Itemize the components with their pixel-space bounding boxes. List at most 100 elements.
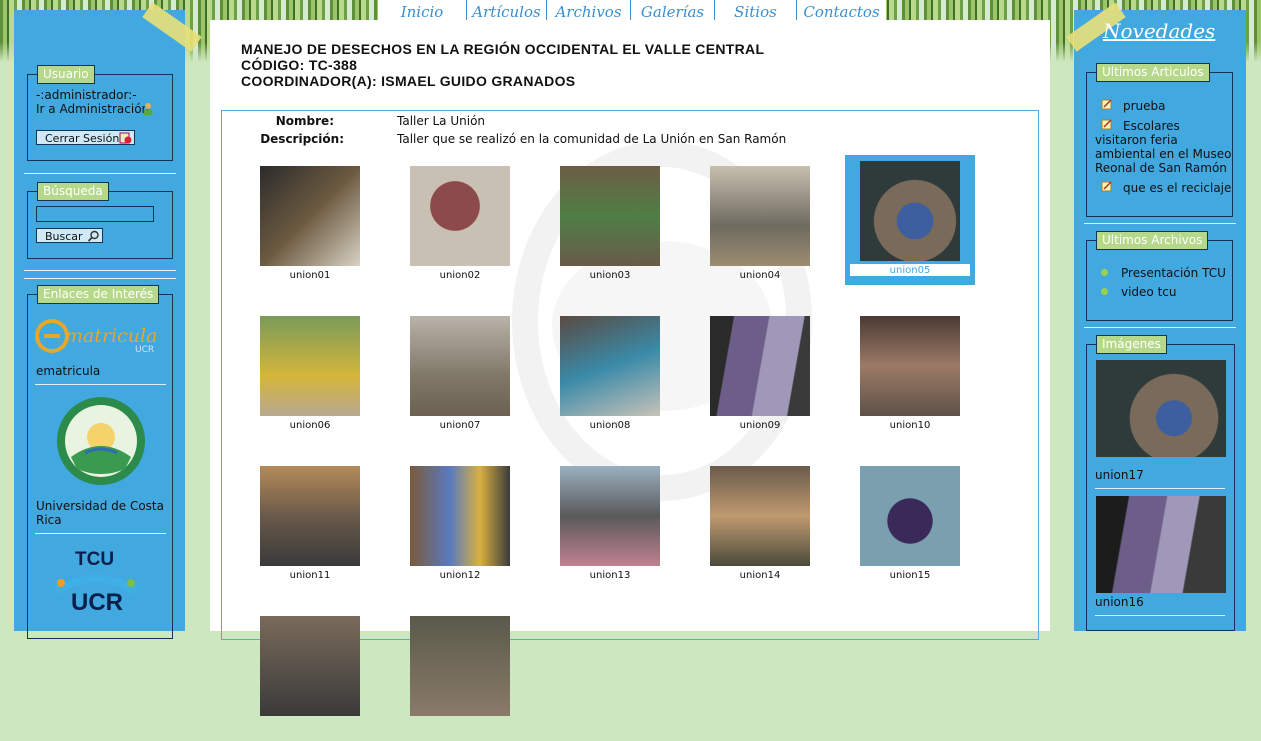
photo-image[interactable] xyxy=(260,166,360,266)
photo-caption[interactable]: union11 xyxy=(235,570,385,581)
photo-thumbnail[interactable]: union04 xyxy=(685,161,835,291)
project-coordinator: COORDINADOR(A): ISMAEL GUIDO GRANADOS xyxy=(241,73,576,89)
photo-image[interactable] xyxy=(710,316,810,416)
imagenes-legend: Imágenes xyxy=(1096,335,1167,354)
ematricula-e-icon xyxy=(35,319,69,353)
search-button-label: Buscar xyxy=(45,230,83,243)
divider xyxy=(35,384,166,385)
nombre-label: Nombre: xyxy=(275,114,334,128)
photo-image[interactable] xyxy=(410,316,510,416)
photo-thumbnail[interactable]: union02 xyxy=(385,161,535,291)
tcu-logo[interactable]: TCU UCR xyxy=(43,549,153,639)
nav-contactos[interactable]: Contactos xyxy=(796,0,886,22)
photo-image[interactable] xyxy=(710,466,810,566)
article-icon xyxy=(1101,181,1112,192)
photo-caption[interactable]: union05 xyxy=(845,265,975,276)
descripcion-value: Taller que se realizó en la comunidad de… xyxy=(397,132,787,146)
main-content: MANEJO DE DESECHOS EN LA REGIÓN OCCIDENT… xyxy=(210,20,1050,716)
admin-link[interactable]: Ir a Administración xyxy=(36,102,149,116)
photo-image[interactable] xyxy=(410,166,510,266)
ematricula-logo-text: matricula xyxy=(65,325,158,347)
divider xyxy=(1084,327,1236,328)
photo-caption[interactable]: union08 xyxy=(535,420,685,431)
nav-articulos[interactable]: Artículos xyxy=(466,0,546,22)
photo-image[interactable] xyxy=(410,616,510,716)
ematricula-link[interactable]: ematricula xyxy=(36,364,100,378)
photo-caption[interactable]: union09 xyxy=(685,420,835,431)
left-sidebar: Usuario -:administrador:- Ir a Administr… xyxy=(14,2,202,639)
photo-thumbnail[interactable]: union10 xyxy=(835,311,985,441)
image-union16[interactable] xyxy=(1096,496,1226,593)
logout-label: Cerrar Sesión xyxy=(45,132,120,145)
photo-thumbnail[interactable]: union15 xyxy=(835,461,985,591)
photo-thumbnail[interactable]: union12 xyxy=(385,461,535,591)
photo-image[interactable] xyxy=(260,466,360,566)
photo-caption[interactable]: union01 xyxy=(235,270,385,281)
nombre-value: Taller La Unión xyxy=(397,114,486,128)
user-name: -:administrador:- xyxy=(36,88,137,102)
photo-thumbnail[interactable]: union07 xyxy=(385,311,535,441)
photo-caption[interactable]: union12 xyxy=(385,570,535,581)
photo-thumbnail[interactable]: union08 xyxy=(535,311,685,441)
photo-thumbnail[interactable]: union11 xyxy=(235,461,385,591)
photo-caption[interactable]: union04 xyxy=(685,270,835,281)
archivo-link[interactable]: Presentación TCU xyxy=(1121,266,1226,280)
articulo-link[interactable]: Escolares visitaron feria ambiental en e… xyxy=(1095,119,1233,175)
photo-thumbnail[interactable]: union03 xyxy=(535,161,685,291)
photo-thumbnail[interactable]: union06 xyxy=(235,311,385,441)
divider xyxy=(1095,488,1225,489)
photo-image[interactable] xyxy=(260,316,360,416)
photo-caption[interactable]: union13 xyxy=(535,570,685,581)
search-input[interactable] xyxy=(36,206,154,222)
top-navigation: Inicio Artículos Archivos Galerías Sitio… xyxy=(378,0,886,22)
photo-caption[interactable]: union15 xyxy=(835,570,985,581)
photo-caption[interactable]: union07 xyxy=(385,420,535,431)
photo-thumbnail[interactable]: union05 xyxy=(845,155,975,285)
photo-thumbnail[interactable]: union01 xyxy=(235,161,385,291)
photo-thumbnail[interactable]: union13 xyxy=(535,461,685,591)
search-icon xyxy=(87,230,99,242)
photo-caption[interactable]: union02 xyxy=(385,270,535,281)
photo-image[interactable] xyxy=(560,166,660,266)
right-sidebar: Novedades Ultimos Articulos prueba Escol… xyxy=(1066,2,1246,631)
logout-button[interactable]: Cerrar Sesión xyxy=(36,130,135,145)
photo-caption[interactable]: union06 xyxy=(235,420,385,431)
photo-image[interactable] xyxy=(860,316,960,416)
descripcion-label: Descripción: xyxy=(260,132,344,146)
busqueda-panel: Búsqueda Buscar xyxy=(27,182,173,259)
archivos-legend: Ultimos Archivos xyxy=(1096,231,1209,250)
project-code: CÓDIGO: TC-388 xyxy=(241,57,358,73)
image-union17[interactable] xyxy=(1096,360,1226,457)
nav-archivos[interactable]: Archivos xyxy=(546,0,630,22)
user-icon xyxy=(143,103,153,116)
photo-image[interactable] xyxy=(410,466,510,566)
photo-caption[interactable]: union10 xyxy=(835,420,985,431)
image-caption[interactable]: union16 xyxy=(1095,595,1144,609)
archivo-link[interactable]: video tcu xyxy=(1121,285,1177,299)
tcu-logo-bottom: UCR xyxy=(71,589,123,616)
gallery-frame: Nombre: Taller La Unión Descripción: Tal… xyxy=(221,110,1039,716)
ematricula-logo[interactable]: matricula UCR xyxy=(35,319,163,359)
photo-thumbnail[interactable]: union09 xyxy=(685,311,835,441)
photo-caption[interactable]: union14 xyxy=(685,570,835,581)
photo-image[interactable] xyxy=(560,466,660,566)
articulo-link[interactable]: que es el reciclaje xyxy=(1123,181,1231,195)
ucr-link[interactable]: Universidad de Costa Rica xyxy=(36,499,166,527)
tcu-logo-top: TCU xyxy=(75,549,115,570)
image-caption[interactable]: union17 xyxy=(1095,468,1144,482)
articulo-link[interactable]: prueba xyxy=(1123,99,1166,113)
nav-galerias[interactable]: Galerías xyxy=(630,0,714,22)
photo-image[interactable] xyxy=(710,166,810,266)
photo-thumbnail[interactable]: union14 xyxy=(685,461,835,591)
photo-image[interactable] xyxy=(860,466,960,566)
novedades-title: Novedades xyxy=(1103,19,1216,43)
photo-image[interactable] xyxy=(260,616,360,716)
nav-sitios[interactable]: Sitios xyxy=(714,0,796,22)
photo-caption[interactable]: union03 xyxy=(535,270,685,281)
enlaces-legend: Enlaces de Interés xyxy=(37,285,160,304)
photo-image[interactable] xyxy=(560,316,660,416)
nav-inicio[interactable]: Inicio xyxy=(378,0,466,22)
search-button[interactable]: Buscar xyxy=(36,228,103,243)
ucr-seal-icon xyxy=(57,397,145,485)
photo-image[interactable] xyxy=(860,161,960,261)
